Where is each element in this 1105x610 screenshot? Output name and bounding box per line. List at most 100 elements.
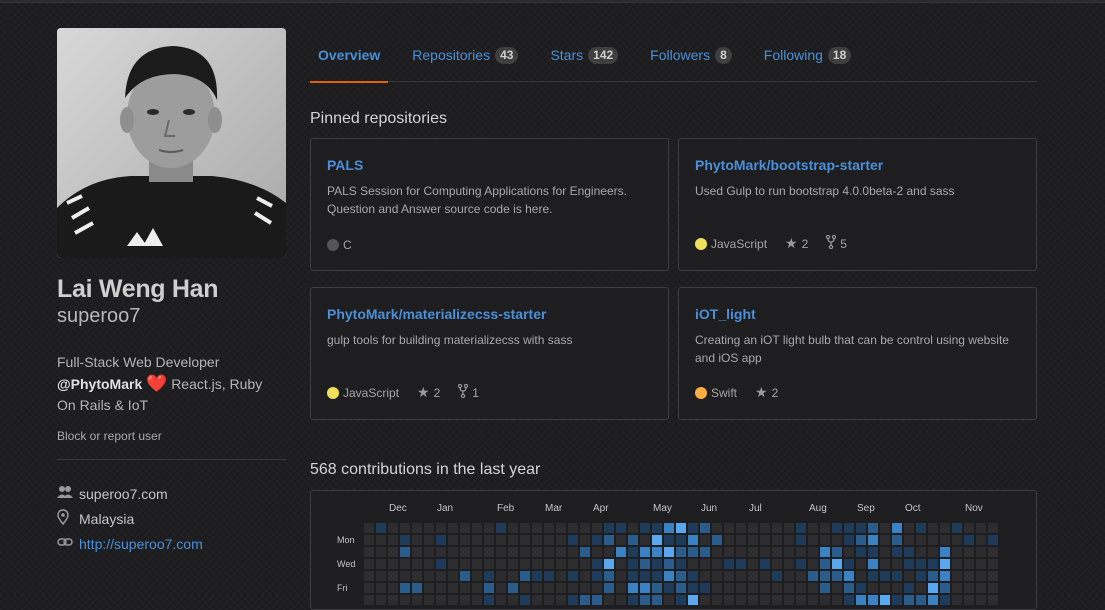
contribution-day-cell[interactable] (520, 571, 530, 581)
contribution-day-cell[interactable] (928, 559, 938, 569)
contribution-day-cell[interactable] (664, 583, 674, 593)
contribution-day-cell[interactable] (904, 547, 914, 557)
contribution-day-cell[interactable] (640, 595, 650, 605)
contribution-day-cell[interactable] (664, 547, 674, 557)
contribution-day-cell[interactable] (616, 595, 626, 605)
contribution-day-cell[interactable] (760, 583, 770, 593)
contribution-day-cell[interactable] (832, 547, 842, 557)
contribution-day-cell[interactable] (616, 571, 626, 581)
contribution-day-cell[interactable] (796, 571, 806, 581)
contribution-day-cell[interactable] (640, 571, 650, 581)
contribution-day-cell[interactable] (460, 535, 470, 545)
contribution-day-cell[interactable] (688, 571, 698, 581)
contribution-day-cell[interactable] (616, 523, 626, 533)
contribution-day-cell[interactable] (892, 523, 902, 533)
contribution-day-cell[interactable] (928, 523, 938, 533)
contribution-day-cell[interactable] (736, 523, 746, 533)
contribution-day-cell[interactable] (808, 559, 818, 569)
contribution-day-cell[interactable] (808, 595, 818, 605)
contribution-day-cell[interactable] (940, 595, 950, 605)
contribution-day-cell[interactable] (652, 559, 662, 569)
contribution-day-cell[interactable] (556, 595, 566, 605)
contribution-day-cell[interactable] (688, 547, 698, 557)
contribution-day-cell[interactable] (880, 583, 890, 593)
contribution-day-cell[interactable] (472, 523, 482, 533)
contribution-day-cell[interactable] (388, 547, 398, 557)
contribution-day-cell[interactable] (964, 583, 974, 593)
contribution-day-cell[interactable] (856, 559, 866, 569)
contribution-day-cell[interactable] (568, 583, 578, 593)
contribution-day-cell[interactable] (808, 583, 818, 593)
contribution-day-cell[interactable] (484, 571, 494, 581)
contribution-day-cell[interactable] (448, 595, 458, 605)
contribution-day-cell[interactable] (808, 547, 818, 557)
contribution-day-cell[interactable] (388, 523, 398, 533)
contribution-day-cell[interactable] (640, 559, 650, 569)
contribution-day-cell[interactable] (976, 595, 986, 605)
contribution-day-cell[interactable] (628, 583, 638, 593)
contribution-day-cell[interactable] (688, 535, 698, 545)
contribution-day-cell[interactable] (976, 547, 986, 557)
contribution-day-cell[interactable] (412, 535, 422, 545)
contribution-day-cell[interactable] (892, 535, 902, 545)
contribution-day-cell[interactable] (952, 559, 962, 569)
tab-overview[interactable]: Overview (310, 28, 389, 83)
contribution-day-cell[interactable] (520, 583, 530, 593)
contribution-day-cell[interactable] (760, 523, 770, 533)
contribution-day-cell[interactable] (748, 523, 758, 533)
contribution-day-cell[interactable] (556, 559, 566, 569)
repo-forks[interactable]: 5 (826, 234, 847, 252)
contribution-day-cell[interactable] (424, 595, 434, 605)
contribution-day-cell[interactable] (784, 571, 794, 581)
contribution-day-cell[interactable] (376, 583, 386, 593)
contribution-day-cell[interactable] (868, 571, 878, 581)
contribution-day-cell[interactable] (964, 535, 974, 545)
contribution-day-cell[interactable] (724, 547, 734, 557)
contribution-day-cell[interactable] (760, 535, 770, 545)
contribution-day-cell[interactable] (364, 559, 374, 569)
contribution-day-cell[interactable] (400, 523, 410, 533)
contribution-day-cell[interactable] (388, 595, 398, 605)
contribution-day-cell[interactable] (436, 547, 446, 557)
contribution-day-cell[interactable] (568, 523, 578, 533)
tab-followers[interactable]: Followers 8 (642, 28, 740, 82)
contribution-day-cell[interactable] (856, 523, 866, 533)
contribution-day-cell[interactable] (880, 547, 890, 557)
contribution-day-cell[interactable] (796, 547, 806, 557)
contribution-day-cell[interactable] (784, 535, 794, 545)
contribution-day-cell[interactable] (496, 571, 506, 581)
contribution-day-cell[interactable] (784, 547, 794, 557)
contribution-day-cell[interactable] (616, 559, 626, 569)
contribution-day-cell[interactable] (712, 571, 722, 581)
contribution-day-cell[interactable] (604, 571, 614, 581)
contribution-day-cell[interactable] (736, 547, 746, 557)
contribution-day-cell[interactable] (544, 547, 554, 557)
contribution-day-cell[interactable] (628, 595, 638, 605)
contribution-day-cell[interactable] (712, 583, 722, 593)
contribution-day-cell[interactable] (592, 583, 602, 593)
contribution-day-cell[interactable] (652, 571, 662, 581)
contribution-day-cell[interactable] (544, 559, 554, 569)
contribution-day-cell[interactable] (904, 583, 914, 593)
contribution-day-cell[interactable] (856, 571, 866, 581)
contribution-day-cell[interactable] (364, 595, 374, 605)
contribution-day-cell[interactable] (784, 583, 794, 593)
contribution-day-cell[interactable] (916, 559, 926, 569)
contribution-day-cell[interactable] (748, 547, 758, 557)
contribution-day-cell[interactable] (820, 559, 830, 569)
contribution-day-cell[interactable] (808, 523, 818, 533)
contribution-day-cell[interactable] (652, 547, 662, 557)
contribution-day-cell[interactable] (904, 559, 914, 569)
contribution-day-cell[interactable] (928, 595, 938, 605)
contribution-day-cell[interactable] (772, 559, 782, 569)
contribution-day-cell[interactable] (928, 535, 938, 545)
contribution-day-cell[interactable] (364, 547, 374, 557)
contribution-day-cell[interactable] (436, 571, 446, 581)
contribution-day-cell[interactable] (676, 571, 686, 581)
contribution-day-cell[interactable] (640, 523, 650, 533)
contribution-day-cell[interactable] (712, 535, 722, 545)
contribution-day-cell[interactable] (724, 523, 734, 533)
contribution-day-cell[interactable] (796, 583, 806, 593)
contribution-day-cell[interactable] (496, 547, 506, 557)
contribution-day-cell[interactable] (592, 595, 602, 605)
